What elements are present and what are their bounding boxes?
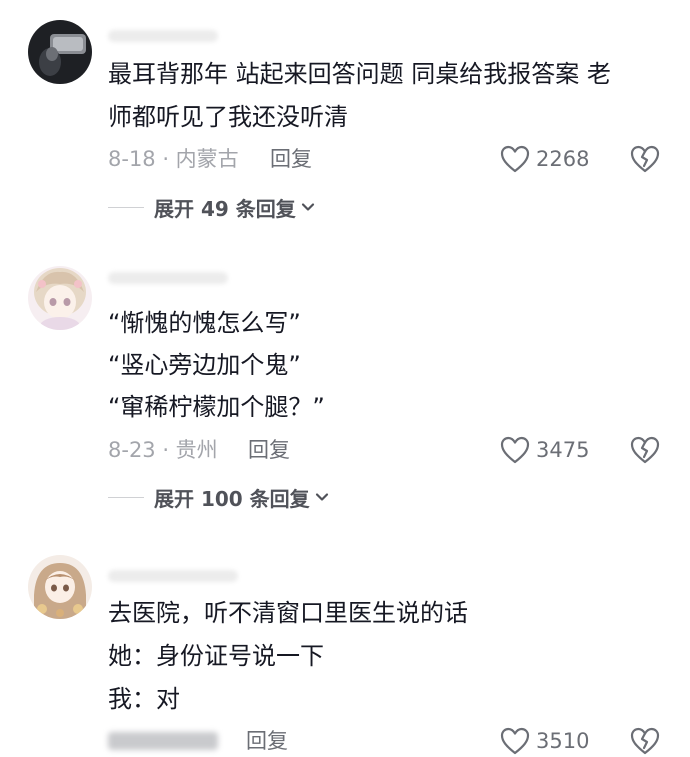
like-count: 3510 bbox=[536, 729, 590, 753]
comment-text-line: 我：对 bbox=[108, 685, 180, 713]
avatar[interactable] bbox=[28, 555, 92, 619]
reply-button[interactable]: 回复 bbox=[246, 728, 288, 754]
username[interactable] bbox=[108, 570, 238, 582]
blurred-meta bbox=[108, 732, 218, 750]
comment-text-line: 去医院，听不清窗口里医生说的话 bbox=[108, 599, 468, 627]
heart-outline-icon bbox=[500, 727, 530, 755]
broken-heart-icon[interactable] bbox=[630, 726, 660, 756]
comment-3: 去医院，听不清窗口里医生说的话 她：身份证号说一下 我：对 回复 3510 bbox=[0, 0, 690, 757]
comment-text-line: 她：身份证号说一下 bbox=[108, 642, 324, 670]
like-button[interactable]: 3510 bbox=[500, 726, 589, 756]
